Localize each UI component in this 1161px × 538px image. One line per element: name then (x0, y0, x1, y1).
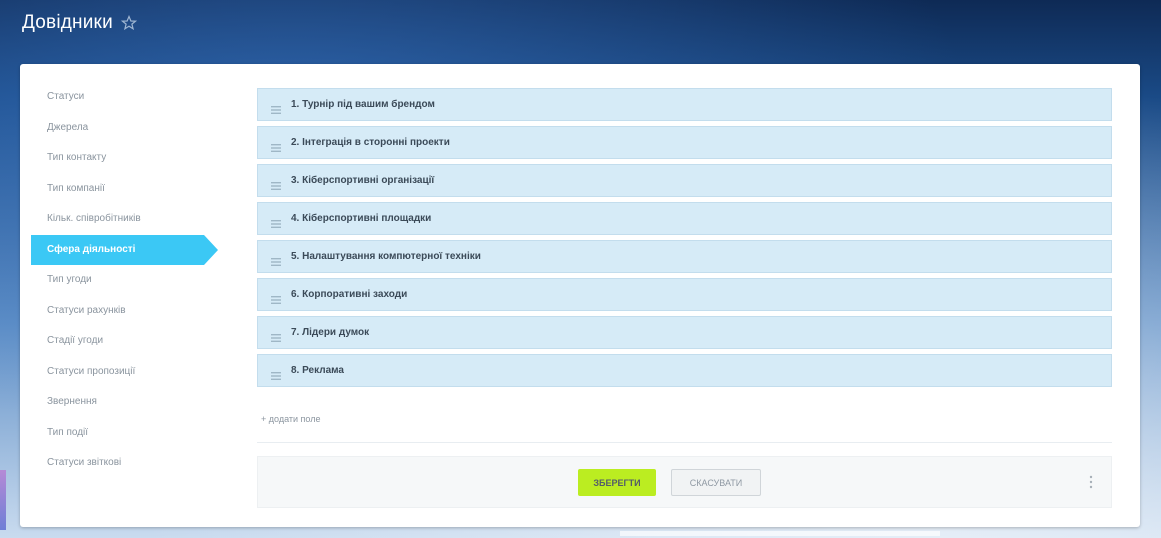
add-field-link[interactable]: + додати поле (261, 414, 320, 424)
drag-handle-icon[interactable] (271, 101, 281, 114)
list-item-label: 7. Лідери думок (291, 327, 370, 338)
drag-handle-icon[interactable] (271, 215, 281, 228)
list-item-label: 3. Кіберспортивні організації (291, 175, 435, 186)
list-item[interactable]: 1. Турнір під вашим брендом (257, 88, 1112, 121)
sidebar-item[interactable]: Звернення (20, 387, 250, 418)
list-area: 1. Турнір під вашим брендом 2. Інтеграція… (257, 88, 1112, 443)
drag-handle-icon[interactable] (271, 177, 281, 190)
list-item-label: 6. Корпоративні заходи (291, 289, 408, 300)
sidebar-item[interactable]: Джерела (20, 113, 250, 144)
sidebar-item[interactable]: Статуси (20, 82, 250, 113)
sidebar-item[interactable]: Статуси пропозиції (20, 357, 250, 388)
settings-card: Статуси Джерела Тип контакту Тип компанії Кі… (20, 64, 1140, 527)
sidebar-item[interactable]: Кільк. співробітників (20, 204, 250, 235)
save-button[interactable]: ЗБЕРЕГТИ (578, 469, 656, 496)
list-item-label: 1. Турнір під вашим брендом (291, 99, 435, 110)
footer-bar: ЗБЕРЕГТИ СКАСУВАТИ (257, 456, 1112, 508)
more-vertical-icon[interactable] (1089, 475, 1093, 489)
list-item-label: 4. Кіберспортивні площадки (291, 213, 432, 224)
list-item-label: 5. Налаштування компютерної техніки (291, 251, 481, 262)
list-item[interactable]: 3. Кіберспортивні організації (257, 164, 1112, 197)
list-item[interactable]: 8. Реклама (257, 354, 1112, 387)
drag-handle-icon[interactable] (271, 367, 281, 380)
list-item-label: 8. Реклама (291, 365, 344, 376)
list-item[interactable]: 7. Лідери думок (257, 316, 1112, 349)
list-item-label: 2. Інтеграція в сторонні проекти (291, 137, 450, 148)
drag-handle-icon[interactable] (271, 139, 281, 152)
list-item[interactable]: 4. Кіберспортивні площадки (257, 202, 1112, 235)
list-item[interactable]: 6. Корпоративні заходи (257, 278, 1112, 311)
page-header: Довідники (0, 0, 1161, 46)
list-item[interactable]: 2. Інтеграція в сторонні проекти (257, 126, 1112, 159)
star-icon[interactable] (120, 14, 138, 31)
sidebar: Статуси Джерела Тип контакту Тип компанії Кі… (20, 82, 250, 479)
sidebar-item[interactable]: Стадії угоди (20, 326, 250, 357)
footer-stripe (620, 531, 940, 536)
drag-handle-icon[interactable] (271, 329, 281, 342)
cancel-button[interactable]: СКАСУВАТИ (671, 469, 761, 496)
page-title: Довідники (22, 12, 113, 33)
drag-handle-icon[interactable] (271, 253, 281, 266)
list-item[interactable]: 5. Налаштування компютерної техніки (257, 240, 1112, 273)
background-accent (0, 470, 6, 530)
sidebar-item[interactable]: Сфера діяльності (31, 234, 218, 265)
sidebar-item[interactable]: Тип події (20, 418, 250, 449)
list-rows: 1. Турнір під вашим брендом 2. Інтеграція… (257, 88, 1112, 387)
sidebar-item[interactable]: Тип контакту (20, 143, 250, 174)
drag-handle-icon[interactable] (271, 291, 281, 304)
sidebar-item[interactable]: Статуси звіткові (20, 448, 250, 479)
sidebar-item[interactable]: Тип угоди (20, 265, 250, 296)
sidebar-item[interactable]: Тип компанії (20, 174, 250, 205)
sidebar-item[interactable]: Статуси рахунків (20, 296, 250, 327)
